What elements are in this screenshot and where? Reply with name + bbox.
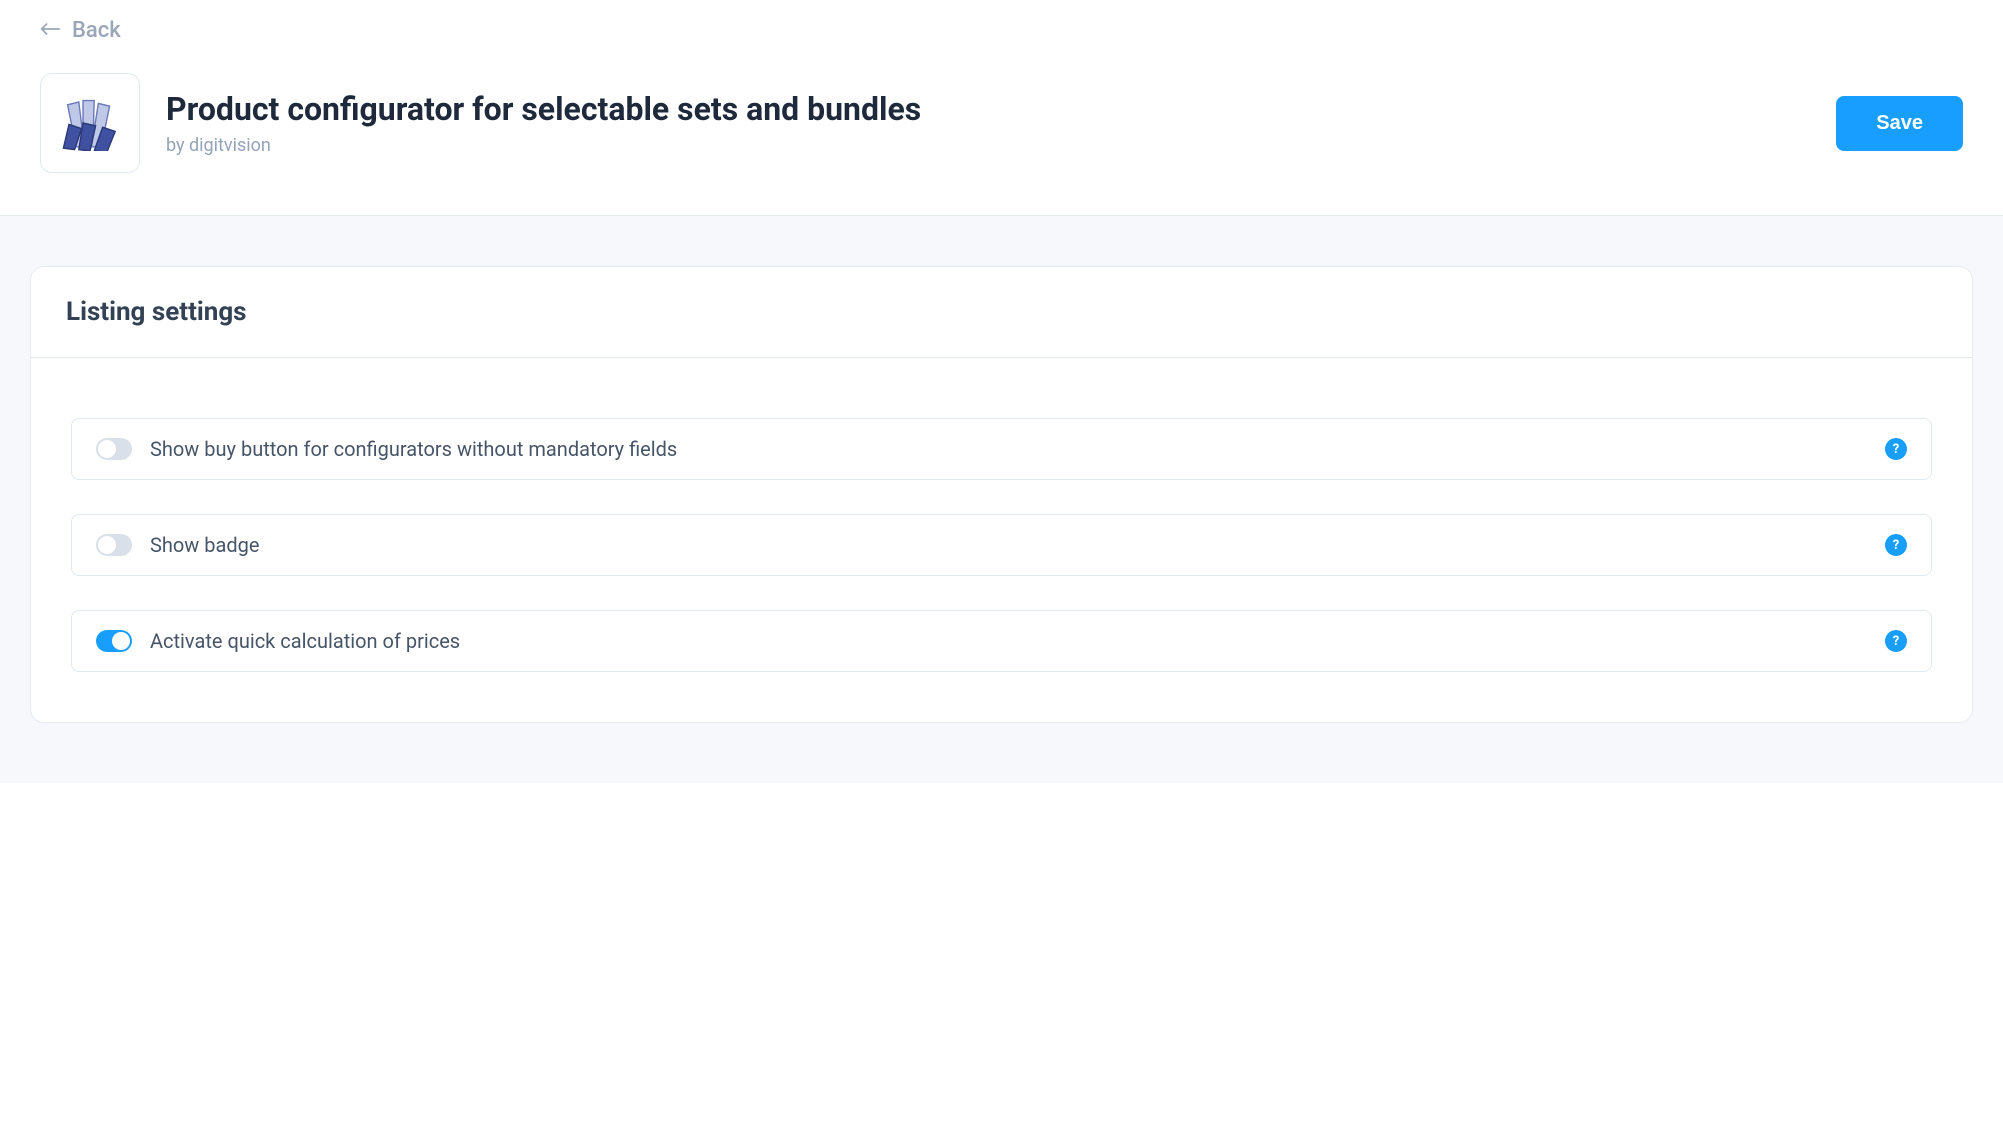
- arrow-left-icon: [40, 18, 60, 43]
- back-button[interactable]: Back: [40, 18, 121, 43]
- toggle-show-badge[interactable]: [96, 534, 132, 556]
- toggle-quick-calculation[interactable]: [96, 630, 132, 652]
- plugin-icon: [40, 73, 140, 173]
- back-label: Back: [72, 18, 121, 43]
- toggle-show-buy-button[interactable]: [96, 438, 132, 460]
- vendor-byline: by digitvision: [166, 135, 1810, 156]
- help-icon[interactable]: ?: [1885, 438, 1907, 460]
- listing-settings-card: Listing settings Show buy button for con…: [30, 266, 1973, 723]
- page-title: Product configurator for selectable sets…: [166, 90, 1810, 128]
- help-icon[interactable]: ?: [1885, 630, 1907, 652]
- help-icon[interactable]: ?: [1885, 534, 1907, 556]
- setting-label: Show badge: [150, 533, 1867, 557]
- card-title: Listing settings: [66, 297, 1937, 327]
- setting-label: Activate quick calculation of prices: [150, 629, 1867, 653]
- setting-row-quick-calculation: Activate quick calculation of prices ?: [71, 610, 1932, 672]
- setting-label: Show buy button for configurators withou…: [150, 437, 1867, 461]
- save-button[interactable]: Save: [1836, 96, 1963, 151]
- setting-row-show-badge: Show badge ?: [71, 514, 1932, 576]
- setting-row-buy-button: Show buy button for configurators withou…: [71, 418, 1932, 480]
